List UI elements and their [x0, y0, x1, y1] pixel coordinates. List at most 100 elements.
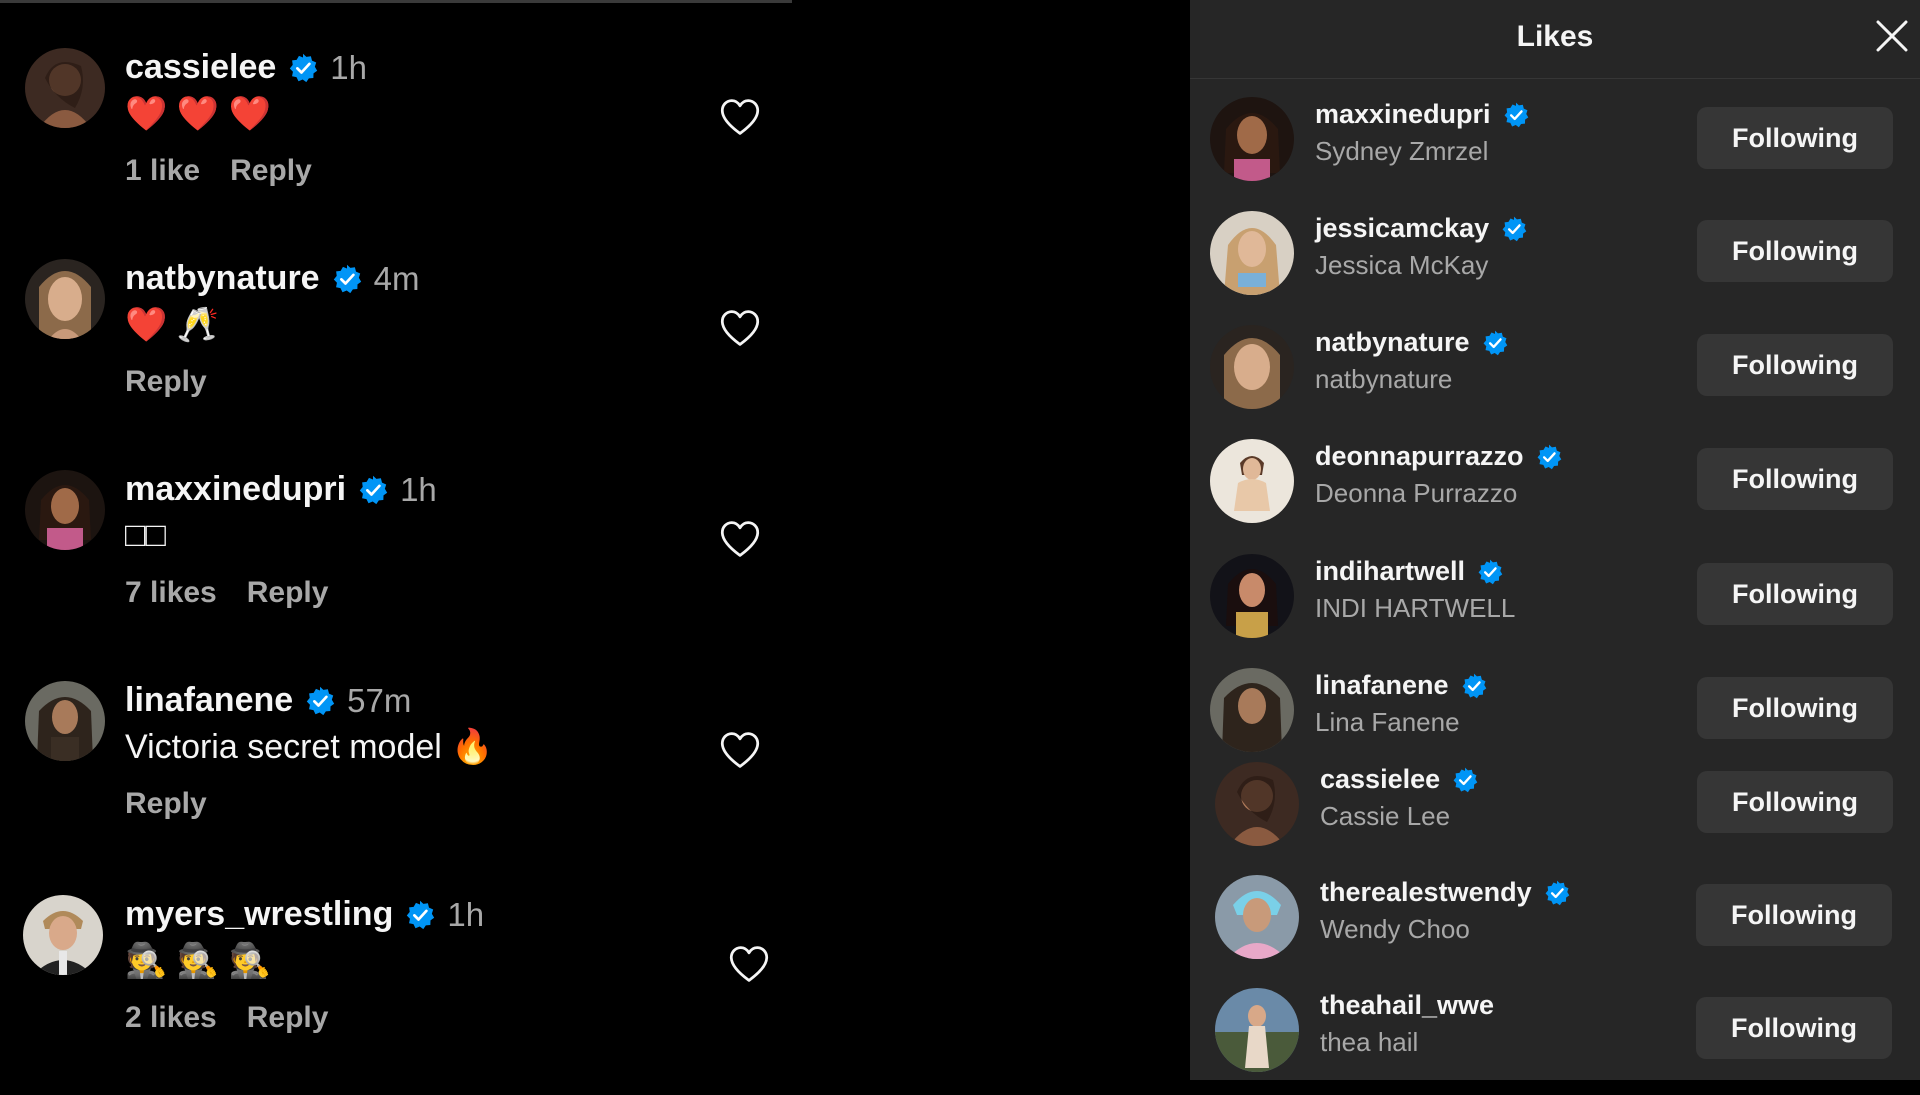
- following-button[interactable]: Following: [1697, 563, 1893, 625]
- like-username[interactable]: natbynature: [1315, 327, 1470, 358]
- like-user-info: indihartwell INDI HARTWELL: [1315, 556, 1515, 624]
- like-username-row: linafanene: [1315, 670, 1487, 701]
- comment-username[interactable]: linafanene: [125, 681, 293, 720]
- comment-actions: 2 likes Reply: [125, 1001, 328, 1035]
- avatar[interactable]: [25, 48, 105, 128]
- like-fullname: Jessica McKay: [1315, 250, 1489, 280]
- reply-button[interactable]: Reply: [125, 365, 207, 399]
- comment-timestamp[interactable]: 1h: [447, 896, 484, 934]
- comment-header: cassielee 1h: [125, 48, 367, 87]
- likes-list-item: jessicamckay Jessica McKay Following: [1190, 207, 1920, 307]
- like-username-row: deonnapurrazzo: [1315, 441, 1562, 472]
- like-username[interactable]: theahail_wwe: [1320, 990, 1494, 1021]
- like-user-info: deonnapurrazzo Deonna Purrazzo: [1315, 441, 1562, 509]
- reply-button[interactable]: Reply: [247, 1001, 329, 1035]
- following-button[interactable]: Following: [1697, 220, 1893, 282]
- following-button[interactable]: Following: [1696, 997, 1892, 1059]
- like-fullname: natbynature: [1315, 364, 1453, 394]
- like-username-row: indihartwell: [1315, 556, 1515, 587]
- avatar[interactable]: [25, 259, 105, 339]
- close-icon[interactable]: [1872, 16, 1912, 56]
- comment-timestamp[interactable]: 4m: [374, 260, 420, 298]
- avatar[interactable]: [1210, 325, 1294, 409]
- comment-username[interactable]: natbynature: [125, 259, 320, 298]
- comment-header: maxxinedupri 1h: [125, 470, 437, 509]
- heart-outline-icon[interactable]: [719, 309, 761, 347]
- reply-button[interactable]: Reply: [125, 787, 207, 821]
- verified-badge-icon: [1477, 559, 1503, 585]
- comment-username[interactable]: cassielee: [125, 48, 276, 87]
- following-button[interactable]: Following: [1697, 677, 1893, 739]
- comment-timestamp[interactable]: 57m: [347, 682, 411, 720]
- like-username[interactable]: jessicamckay: [1315, 213, 1489, 244]
- comment-actions: 7 likes Reply: [125, 576, 328, 610]
- like-fullname: Wendy Choo: [1320, 914, 1470, 944]
- likes-panel: Likes maxxinedupri Sydney Zmrzel Followi…: [1190, 0, 1920, 1080]
- comment-item: myers_wrestling 1h 🕵️ 🕵️ 🕵️ 2 likes Repl…: [0, 895, 790, 1095]
- like-fullname: Lina Fanene: [1315, 707, 1460, 737]
- verified-badge-icon: [358, 475, 388, 505]
- like-username[interactable]: indihartwell: [1315, 556, 1465, 587]
- like-username-row: natbynature: [1315, 327, 1508, 358]
- like-fullname: Deonna Purrazzo: [1315, 478, 1518, 508]
- avatar[interactable]: [1215, 988, 1299, 1072]
- avatar[interactable]: [1215, 875, 1299, 959]
- comment-timestamp[interactable]: 1h: [400, 471, 437, 509]
- like-username[interactable]: deonnapurrazzo: [1315, 441, 1524, 472]
- verified-badge-icon: [1501, 216, 1527, 242]
- avatar[interactable]: [1210, 668, 1294, 752]
- following-button[interactable]: Following: [1697, 107, 1893, 169]
- avatar[interactable]: [25, 681, 105, 761]
- comment-like-count[interactable]: 7 likes: [125, 576, 217, 610]
- verified-badge-icon: [1503, 102, 1529, 128]
- avatar[interactable]: [1210, 554, 1294, 638]
- comment-text: 🕵️ 🕵️ 🕵️: [125, 942, 271, 980]
- avatar[interactable]: [1210, 439, 1294, 523]
- like-user-info: maxxinedupri Sydney Zmrzel: [1315, 99, 1529, 167]
- avatar[interactable]: [25, 470, 105, 550]
- following-button[interactable]: Following: [1697, 334, 1893, 396]
- likes-list-item: therealestwendy Wendy Choo Following: [1190, 871, 1920, 971]
- likes-header: Likes: [1190, 0, 1920, 79]
- heart-outline-icon[interactable]: [728, 945, 770, 983]
- reply-button[interactable]: Reply: [247, 576, 329, 610]
- heart-outline-icon[interactable]: [719, 98, 761, 136]
- heart-outline-icon[interactable]: [719, 731, 761, 769]
- comment-timestamp[interactable]: 1h: [330, 49, 367, 87]
- comment-username[interactable]: myers_wrestling: [125, 895, 393, 934]
- avatar[interactable]: [1210, 211, 1294, 295]
- like-username-row: theahail_wwe: [1320, 990, 1494, 1021]
- heart-outline-icon[interactable]: [719, 520, 761, 558]
- comment-username[interactable]: maxxinedupri: [125, 470, 346, 509]
- following-button[interactable]: Following: [1697, 448, 1893, 510]
- like-fullname: Cassie Lee: [1320, 801, 1451, 831]
- top-divider: [0, 0, 792, 3]
- like-username-row: maxxinedupri: [1315, 99, 1529, 130]
- like-username[interactable]: cassielee: [1320, 764, 1440, 795]
- like-username[interactable]: linafanene: [1315, 670, 1449, 701]
- like-user-info: jessicamckay Jessica McKay: [1315, 213, 1527, 281]
- like-username[interactable]: therealestwendy: [1320, 877, 1532, 908]
- following-button[interactable]: Following: [1696, 884, 1892, 946]
- like-user-info: linafanene Lina Fanene: [1315, 670, 1487, 738]
- comment-like-count[interactable]: 2 likes: [125, 1001, 217, 1035]
- avatar[interactable]: [1210, 97, 1294, 181]
- reply-button[interactable]: Reply: [230, 154, 312, 188]
- comment-item: cassielee 1h ❤️ ❤️ ❤️ 1 like Reply: [0, 48, 790, 248]
- verified-badge-icon: [1461, 673, 1487, 699]
- comment-like-count[interactable]: 1 like: [125, 154, 200, 188]
- like-user-info: theahail_wwe thea hail: [1320, 990, 1494, 1058]
- likes-list-item: indihartwell INDI HARTWELL Following: [1190, 550, 1920, 650]
- avatar[interactable]: [23, 895, 103, 975]
- like-fullname: Sydney Zmrzel: [1315, 136, 1489, 166]
- like-username-row: cassielee: [1320, 764, 1478, 795]
- comment-text: Victoria secret model 🔥: [125, 728, 494, 766]
- verified-badge-icon: [288, 53, 318, 83]
- comment-text: ❤️ ❤️ ❤️: [125, 95, 271, 133]
- like-username[interactable]: maxxinedupri: [1315, 99, 1491, 130]
- likes-list-item: linafanene Lina Fanene Following: [1190, 664, 1920, 764]
- avatar[interactable]: [1215, 762, 1299, 846]
- verified-badge-icon: [1544, 880, 1570, 906]
- following-button[interactable]: Following: [1697, 771, 1893, 833]
- comment-item: natbynature 4m ❤️ 🥂 Reply: [0, 259, 790, 459]
